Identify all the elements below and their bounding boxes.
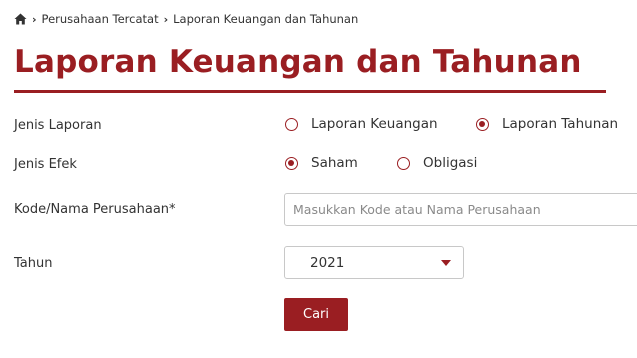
breadcrumb-separator-icon: › <box>163 12 169 26</box>
kode-perusahaan-input[interactable] <box>284 193 637 226</box>
jenis-laporan-label: Jenis Laporan <box>14 118 102 133</box>
breadcrumb: › Perusahaan Tercatat › Laporan Keuangan… <box>14 11 358 27</box>
home-icon[interactable] <box>14 13 27 25</box>
radio-label-obligasi: Obligasi <box>423 155 478 171</box>
breadcrumb-item-current: Laporan Keuangan dan Tahunan <box>173 12 359 26</box>
radio-unchecked-icon[interactable] <box>285 117 298 131</box>
radio-checked-icon[interactable] <box>285 156 298 170</box>
tahun-selected-value: 2021 <box>310 254 345 271</box>
radio-laporan-tahunan[interactable]: Laporan Tahunan <box>476 116 618 132</box>
cari-button[interactable]: Cari <box>284 298 348 331</box>
breadcrumb-item-perusahaan-tercatat[interactable]: Perusahaan Tercatat <box>42 12 159 26</box>
radio-label-laporan-keuangan: Laporan Keuangan <box>311 116 438 132</box>
breadcrumb-separator-icon: › <box>32 12 37 26</box>
jenis-efek-label: Jenis Efek <box>14 157 77 172</box>
kode-perusahaan-label: Kode/Nama Perusahaan* <box>14 202 176 217</box>
page-title: Laporan Keuangan dan Tahunan <box>14 44 582 80</box>
title-underline <box>14 90 606 93</box>
caret-down-icon <box>441 260 451 266</box>
radio-unchecked-icon[interactable] <box>397 156 410 170</box>
radio-saham[interactable]: Saham <box>285 155 358 171</box>
radio-label-laporan-tahunan: Laporan Tahunan <box>502 116 619 132</box>
radio-checked-icon[interactable] <box>476 117 489 131</box>
tahun-select[interactable]: 2021 <box>284 246 464 279</box>
radio-laporan-keuangan[interactable]: Laporan Keuangan <box>285 116 438 132</box>
tahun-label: Tahun <box>14 256 53 271</box>
radio-label-saham: Saham <box>311 155 358 171</box>
radio-obligasi[interactable]: Obligasi <box>397 155 477 171</box>
